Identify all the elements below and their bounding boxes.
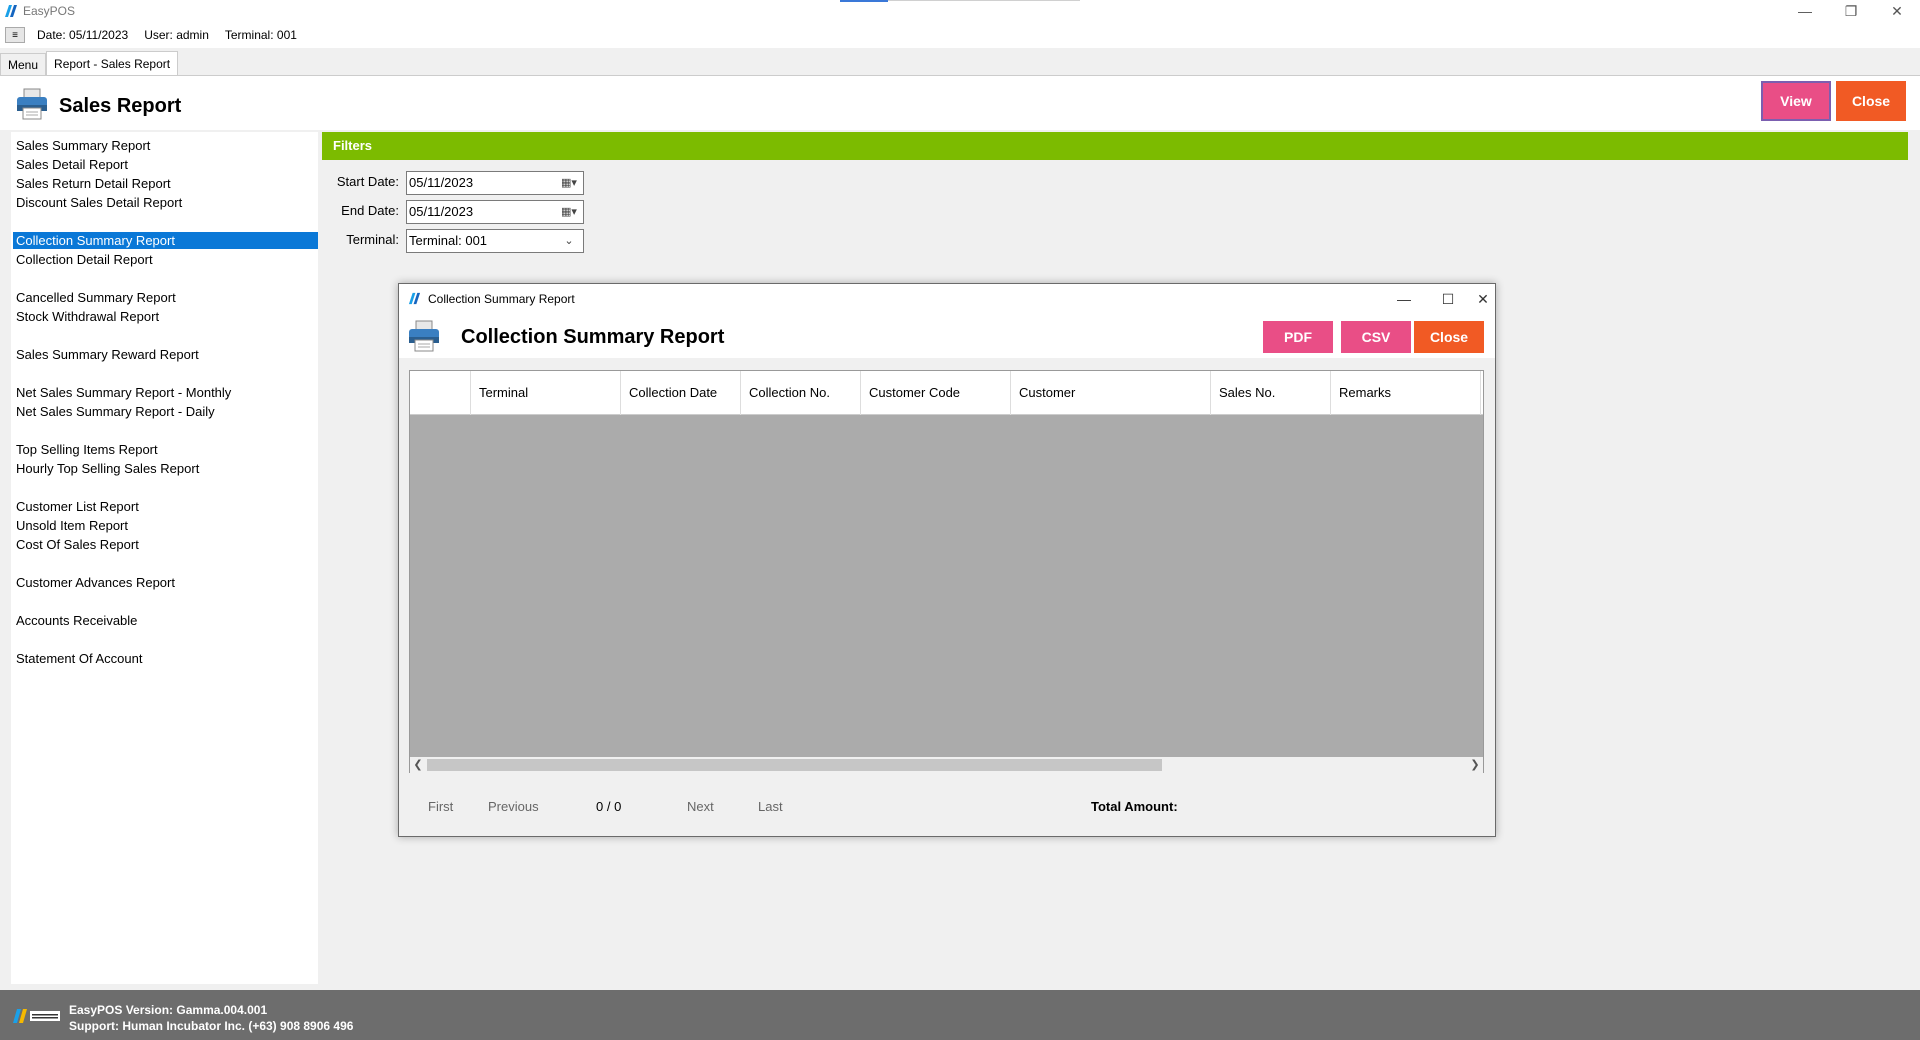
report-item-sales-summary-reward[interactable]: Sales Summary Reward Report [13, 346, 318, 363]
next-page-button[interactable]: Next [687, 799, 714, 814]
column-header-sales-no[interactable]: Sales No. [1211, 371, 1331, 415]
tab-strip: Menu Report - Sales Report [0, 51, 1920, 76]
user-info: User: admin [144, 28, 209, 42]
start-date-value: 05/11/2023 [409, 175, 474, 190]
dialog-minimize-icon[interactable]: — [1382, 287, 1426, 311]
restore-icon[interactable]: ❐ [1828, 0, 1874, 22]
printer-icon [409, 320, 439, 352]
status-footer: EasyPOS Version: Gamma.004.001 Support: … [0, 990, 1920, 1040]
report-item-sales-return-detail[interactable]: Sales Return Detail Report [13, 175, 318, 192]
title-accent-line [888, 0, 1080, 1]
report-list: Sales Summary Report Sales Detail Report… [11, 132, 318, 984]
end-date-label: End Date: [341, 203, 399, 218]
horizontal-scrollbar[interactable]: ❮ ❯ [410, 757, 1483, 773]
tab-sales-report[interactable]: Report - Sales Report [46, 51, 179, 75]
report-item-net-sales-monthly[interactable]: Net Sales Summary Report - Monthly [13, 384, 318, 401]
easypos-logo-icon [408, 292, 421, 305]
report-item-top-selling-items[interactable]: Top Selling Items Report [13, 441, 318, 458]
human-incubator-logo-icon [13, 1009, 60, 1023]
first-page-button[interactable]: First [428, 799, 453, 814]
info-bar: ≡ Date: 05/11/2023 User: admin Terminal:… [0, 22, 1920, 48]
report-item-cancelled-summary[interactable]: Cancelled Summary Report [13, 289, 318, 306]
calendar-icon[interactable]: ▦▾ [559, 204, 579, 220]
report-item-net-sales-daily[interactable]: Net Sales Summary Report - Daily [13, 403, 318, 420]
collection-summary-dialog: Collection Summary Report — ☐ ✕ Collecti… [398, 283, 1496, 837]
filters-header: Filters [322, 132, 1908, 160]
terminal-label: Terminal: [346, 232, 399, 247]
title-accent [840, 0, 888, 2]
chevron-down-icon[interactable]: ⌄ [559, 233, 579, 249]
version-text: EasyPOS Version: Gamma.004.001 [69, 1003, 268, 1017]
close-button[interactable]: Close [1836, 81, 1906, 121]
date-info: Date: 05/11/2023 [37, 28, 129, 42]
pdf-button[interactable]: PDF [1263, 321, 1333, 353]
dialog-close-button[interactable]: Close [1414, 321, 1484, 353]
column-header-customer-code[interactable]: Customer Code [861, 371, 1011, 415]
scrollbar-thumb[interactable] [427, 759, 1162, 771]
report-item-customer-list[interactable]: Customer List Report [13, 498, 318, 515]
report-item-accounts-receivable[interactable]: Accounts Receivable [13, 612, 318, 629]
terminal-select[interactable]: Terminal: 001 ⌄ [406, 229, 584, 253]
last-page-button[interactable]: Last [758, 799, 783, 814]
column-header-customer[interactable]: Customer [1011, 371, 1211, 415]
printer-icon [17, 88, 47, 120]
menu-toggle-button[interactable]: ≡ [5, 27, 25, 43]
column-header-collection-no[interactable]: Collection No. [741, 371, 861, 415]
scroll-right-icon[interactable]: ❯ [1467, 757, 1483, 773]
report-item-sales-summary[interactable]: Sales Summary Report [13, 137, 318, 154]
csv-button[interactable]: CSV [1341, 321, 1411, 353]
terminal-info: Terminal: 001 [224, 28, 297, 42]
start-date-label: Start Date: [336, 174, 399, 189]
dialog-close-icon[interactable]: ✕ [1470, 287, 1496, 311]
report-item-cost-of-sales[interactable]: Cost Of Sales Report [13, 536, 318, 553]
grid-header: Terminal Collection Date Collection No. … [410, 371, 1483, 415]
report-item-customer-advances[interactable]: Customer Advances Report [13, 574, 318, 591]
end-date-field[interactable]: 05/11/2023 ▦▾ [406, 200, 584, 224]
previous-page-button[interactable]: Previous [488, 799, 539, 814]
report-item-statement-of-account[interactable]: Statement Of Account [13, 650, 318, 667]
column-header-terminal[interactable]: Terminal [471, 371, 621, 415]
close-icon[interactable]: ✕ [1874, 0, 1920, 22]
window-controls: — ❐ ✕ [1782, 0, 1920, 22]
view-button[interactable]: View [1761, 81, 1831, 121]
page-count: 0 / 0 [596, 799, 622, 814]
report-item-discount-sales-detail[interactable]: Discount Sales Detail Report [13, 194, 318, 211]
tab-menu[interactable]: Menu [0, 53, 47, 75]
column-header-remarks[interactable]: Remarks [1331, 371, 1481, 415]
scroll-left-icon[interactable]: ❮ [410, 757, 426, 773]
page-header: Sales Report View Close [0, 76, 1920, 130]
report-item-hourly-top-selling[interactable]: Hourly Top Selling Sales Report [13, 460, 318, 477]
report-item-unsold-item[interactable]: Unsold Item Report [13, 517, 318, 534]
dialog-window-title: Collection Summary Report [428, 292, 575, 306]
end-date-value: 05/11/2023 [409, 204, 474, 219]
column-header-select[interactable] [410, 371, 471, 415]
total-amount-label: Total Amount: [1091, 799, 1178, 814]
dialog-header: Collection Summary Report PDF CSV Close [399, 314, 1495, 358]
pager: First Previous 0 / 0 Next Last Total Amo… [399, 792, 1495, 822]
collection-grid[interactable]: Terminal Collection Date Collection No. … [409, 370, 1484, 773]
minimize-icon[interactable]: — [1782, 0, 1828, 22]
calendar-icon[interactable]: ▦▾ [559, 175, 579, 191]
start-date-field[interactable]: 05/11/2023 ▦▾ [406, 171, 584, 195]
dialog-maximize-icon[interactable]: ☐ [1426, 287, 1470, 311]
dialog-heading: Collection Summary Report [461, 326, 725, 348]
dialog-titlebar: Collection Summary Report — ☐ ✕ [399, 284, 1495, 314]
window-titlebar: EasyPOS — ❐ ✕ [0, 0, 1920, 22]
page-title: Sales Report [59, 95, 182, 117]
column-header-collection-date[interactable]: Collection Date [621, 371, 741, 415]
support-text: Support: Human Incubator Inc. (+63) 908 … [69, 1019, 354, 1033]
report-item-collection-summary[interactable]: Collection Summary Report [13, 232, 318, 249]
report-item-collection-detail[interactable]: Collection Detail Report [13, 251, 318, 268]
report-item-stock-withdrawal[interactable]: Stock Withdrawal Report [13, 308, 318, 325]
app-title: EasyPOS [23, 4, 76, 18]
easypos-logo-icon [5, 5, 17, 17]
report-item-sales-detail[interactable]: Sales Detail Report [13, 156, 318, 173]
terminal-select-value: Terminal: 001 [409, 233, 488, 248]
